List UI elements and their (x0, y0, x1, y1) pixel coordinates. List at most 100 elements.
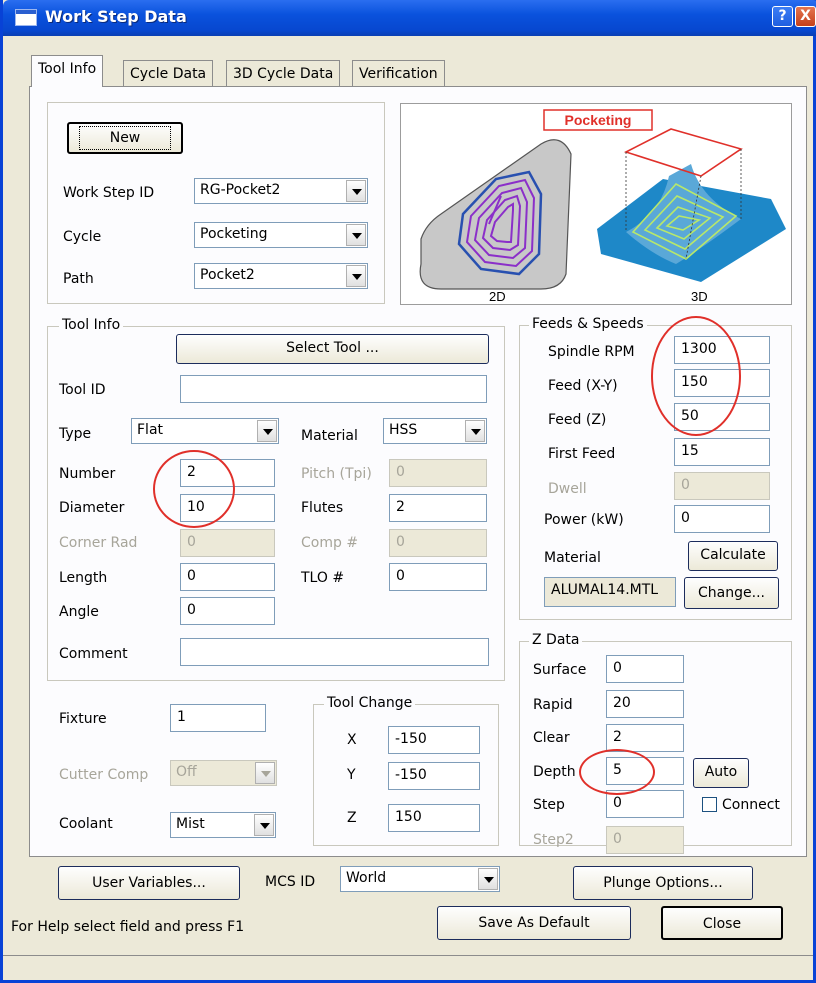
pitch-input: 0 (389, 459, 487, 487)
tab-cycle-data[interactable]: Cycle Data (123, 60, 214, 88)
fixture-input[interactable]: 1 (170, 704, 266, 732)
type-value: Flat (137, 422, 164, 438)
chevron-down-icon[interactable] (465, 420, 485, 442)
auto-button[interactable]: Auto (693, 758, 749, 788)
x-input[interactable]: -150 (388, 726, 480, 754)
dwell-input: 0 (674, 472, 770, 500)
path-label: Path (63, 271, 94, 287)
comp-input: 0 (389, 529, 487, 557)
new-button-label: New (78, 126, 172, 150)
depth-input[interactable]: 5 (606, 757, 684, 785)
flutes-label: Flutes (301, 500, 344, 516)
step-label: Step (533, 797, 565, 813)
change-material-button[interactable]: Change... (684, 577, 779, 609)
step2-input: 0 (606, 826, 684, 854)
tab-verification[interactable]: Verification (352, 60, 445, 88)
feed-z-input[interactable]: 50 (674, 403, 770, 431)
path-select[interactable]: Pocket2 (194, 263, 368, 289)
corner-rad-input: 0 (180, 529, 275, 557)
feed-xy-input[interactable]: 150 (674, 369, 770, 397)
clear-label: Clear (533, 730, 570, 746)
path-value: Pocket2 (200, 267, 255, 283)
tlo-input[interactable]: 0 (389, 563, 487, 591)
cycle-select[interactable]: Pocketing (194, 222, 368, 248)
close-button[interactable]: Close (661, 906, 783, 940)
step-input[interactable]: 0 (606, 790, 684, 818)
window-icon (15, 9, 37, 26)
x-label: X (347, 732, 357, 748)
work-step-id-label: Work Step ID (63, 185, 155, 201)
user-variables-button[interactable]: User Variables... (58, 866, 240, 900)
tlo-label: TLO # (301, 570, 345, 586)
coolant-label: Coolant (59, 816, 113, 832)
connect-checkbox[interactable] (702, 797, 717, 812)
angle-input[interactable]: 0 (180, 597, 275, 625)
angle-label: Angle (59, 604, 99, 620)
surface-label: Surface (533, 662, 587, 678)
rapid-input[interactable]: 20 (606, 690, 684, 718)
close-window-button[interactable]: X (795, 6, 816, 27)
title-bar[interactable]: Work Step Data ? X (3, 0, 816, 36)
comment-label: Comment (59, 646, 128, 662)
material-file-display: ALUMAL14.MTL (544, 577, 676, 607)
type-select[interactable]: Flat (131, 418, 279, 444)
y-input[interactable]: -150 (388, 762, 480, 790)
flutes-input[interactable]: 2 (389, 494, 487, 522)
first-feed-input[interactable]: 15 (674, 438, 770, 466)
number-input[interactable]: 2 (180, 459, 275, 487)
plunge-options-button[interactable]: Plunge Options... (573, 866, 753, 900)
preview-3d-label: 3D (691, 289, 708, 304)
feed-z-label: Feed (Z) (548, 412, 607, 428)
diameter-input[interactable]: 10 (180, 494, 275, 522)
comp-label: Comp # (301, 535, 359, 551)
chevron-down-icon[interactable] (254, 814, 274, 836)
connect-label: Connect (722, 797, 780, 813)
window-title: Work Step Data (45, 7, 187, 26)
feeds-speeds-group-label: Feeds & Speeds (529, 316, 647, 332)
cycle-label: Cycle (63, 229, 102, 245)
pocketing-illustration: 2D 3D Pocketing (419, 109, 786, 304)
material-select[interactable]: HSS (383, 418, 487, 444)
z-input[interactable]: 150 (388, 804, 480, 832)
chevron-down-icon[interactable] (346, 265, 366, 287)
z-data-group-label: Z Data (529, 632, 583, 648)
fixture-label: Fixture (59, 711, 107, 727)
clear-input[interactable]: 2 (606, 724, 684, 752)
dialog-window: Work Step Data ? X Tool Info Cycle Data … (0, 0, 816, 983)
mcs-id-select[interactable]: World (340, 866, 500, 892)
calculate-button[interactable]: Calculate (688, 541, 778, 571)
save-as-default-button[interactable]: Save As Default (437, 906, 631, 940)
help-button[interactable]: ? (772, 6, 793, 27)
chevron-down-icon[interactable] (257, 420, 277, 442)
power-label: Power (kW) (544, 512, 624, 528)
select-tool-button[interactable]: Select Tool ... (176, 334, 489, 364)
length-input[interactable]: 0 (180, 563, 275, 591)
coolant-value: Mist (176, 816, 205, 832)
corner-rad-label: Corner Rad (59, 535, 138, 551)
z-label: Z (347, 810, 357, 826)
number-label: Number (59, 466, 116, 482)
tool-id-input[interactable] (180, 375, 487, 403)
cycle-preview-image: 2D 3D Pocketing (400, 103, 792, 305)
power-input[interactable]: 0 (674, 505, 770, 533)
mcs-id-value: World (346, 870, 387, 886)
tab-tool-info[interactable]: Tool Info (31, 55, 104, 87)
coolant-select[interactable]: Mist (170, 812, 276, 838)
new-button[interactable]: New (67, 122, 183, 154)
rapid-label: Rapid (533, 697, 573, 713)
material-value: HSS (389, 422, 418, 438)
spindle-rpm-input[interactable]: 1300 (674, 336, 770, 364)
work-step-id-select[interactable]: RG-Pocket2 (194, 178, 368, 204)
y-label: Y (347, 767, 356, 783)
first-feed-label: First Feed (548, 446, 616, 462)
cutter-comp-label: Cutter Comp (59, 767, 149, 783)
status-help-text: For Help select field and press F1 (11, 919, 245, 935)
chevron-down-icon[interactable] (346, 180, 366, 202)
chevron-down-icon[interactable] (478, 868, 498, 890)
preview-2d-label: 2D (489, 289, 506, 304)
surface-input[interactable]: 0 (606, 655, 684, 683)
preview-title: Pocketing (565, 112, 632, 128)
tab-3d-cycle-data[interactable]: 3D Cycle Data (226, 60, 341, 88)
chevron-down-icon[interactable] (346, 224, 366, 246)
comment-input[interactable] (180, 638, 489, 666)
